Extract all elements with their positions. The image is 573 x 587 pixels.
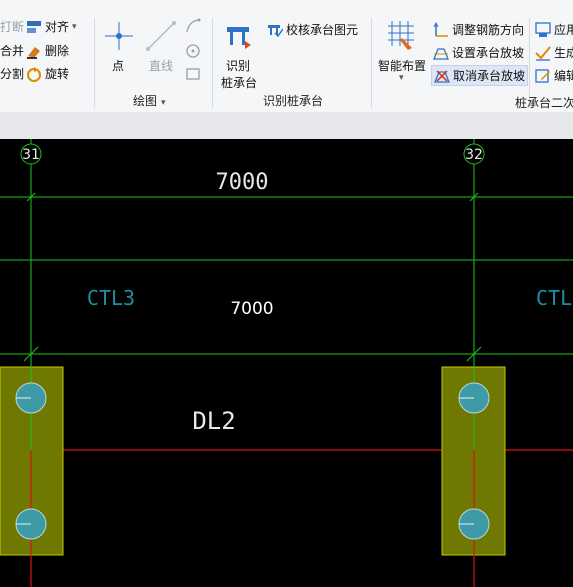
eraser-icon — [27, 46, 40, 59]
smart-layout-icon[interactable] — [386, 20, 416, 52]
generate-icon — [535, 45, 551, 61]
smart-layout-button[interactable]: 智能布置 — [378, 57, 426, 74]
edit-button[interactable]: 编辑 — [535, 67, 573, 84]
rectangle-icon[interactable] — [185, 66, 201, 82]
axis-label-32: 32 — [465, 147, 483, 163]
circle-icon[interactable] — [185, 43, 201, 59]
draw-group-label[interactable]: 绘图 ▾ — [133, 92, 166, 109]
split-button[interactable]: 分割 — [0, 65, 24, 82]
separator — [212, 18, 213, 108]
line-button[interactable]: 直线 — [149, 57, 173, 74]
align-icon — [27, 20, 41, 33]
edit-icon — [535, 68, 550, 83]
align-button[interactable]: 对齐 ▾ — [26, 18, 77, 35]
ctl2-label: CTL2 — [536, 286, 573, 310]
arc-icon[interactable] — [185, 18, 201, 34]
cancel-slope-button[interactable]: 取消承台放坡 — [431, 65, 529, 86]
dl2-label: DL2 — [192, 407, 235, 435]
rebar-direction-icon — [433, 21, 448, 37]
drawing-canvas[interactable]: 31 32 7000 7000 CTL3 CTL2 DL2 — [0, 139, 573, 587]
pile-circle[interactable] — [15, 382, 47, 414]
separator — [94, 18, 95, 108]
identify-group-label: 识别桩承台 — [263, 94, 324, 108]
pile-circle[interactable] — [458, 382, 490, 414]
separator — [371, 18, 372, 108]
pile-cap-secondary-group-label: 桩承台二次 — [515, 96, 573, 110]
slope-icon — [433, 47, 449, 60]
cancel-slope-icon — [434, 69, 450, 83]
delete-button[interactable]: 删除 — [26, 42, 69, 59]
merge-button[interactable]: 合并 — [0, 42, 24, 59]
pile-circle[interactable] — [458, 508, 490, 540]
pile-circle[interactable] — [15, 508, 47, 540]
check-pile-cap-icon — [268, 24, 283, 37]
axis-label-31: 31 — [22, 147, 40, 163]
identify-pile-cap-icon[interactable] — [226, 24, 252, 50]
adjust-rebar-direction-button[interactable]: 调整钢筋方向 — [433, 21, 524, 38]
generate-button[interactable]: 生成 — [535, 44, 573, 61]
ribbon-toolbar: 打断 合并 分割 对齐 ▾ 删除 旋转 点 直线 绘图 ▾ 识别 桩承台 校核承台图… — [0, 0, 573, 113]
apply-button[interactable]: 应用 — [535, 21, 573, 38]
identify-button-line2[interactable]: 桩承台 — [221, 74, 257, 91]
rotate-button[interactable]: 旋转 — [26, 65, 69, 82]
point-icon[interactable] — [103, 20, 135, 52]
identify-button[interactable]: 识别 — [226, 57, 250, 74]
point-button[interactable]: 点 — [112, 57, 124, 74]
check-pile-cap-button[interactable]: 校核承台图元 — [267, 21, 358, 38]
drawing-svg[interactable]: 31 32 7000 7000 CTL3 CTL2 DL2 — [0, 139, 573, 587]
line-icon[interactable] — [145, 20, 177, 52]
ctl3-label: CTL3 — [87, 286, 135, 310]
chevron-down-icon: ▾ — [72, 21, 77, 32]
tab-strip — [0, 112, 573, 140]
dimension-text-middle: 7000 — [230, 299, 273, 319]
apply-icon — [535, 21, 551, 37]
dimension-text-top: 7000 — [216, 170, 269, 195]
set-slope-button[interactable]: 设置承台放坡 — [433, 44, 524, 61]
rotate-icon — [27, 66, 41, 82]
chevron-down-icon[interactable]: ▾ — [399, 73, 404, 83]
break-button[interactable]: 打断 — [0, 18, 24, 35]
